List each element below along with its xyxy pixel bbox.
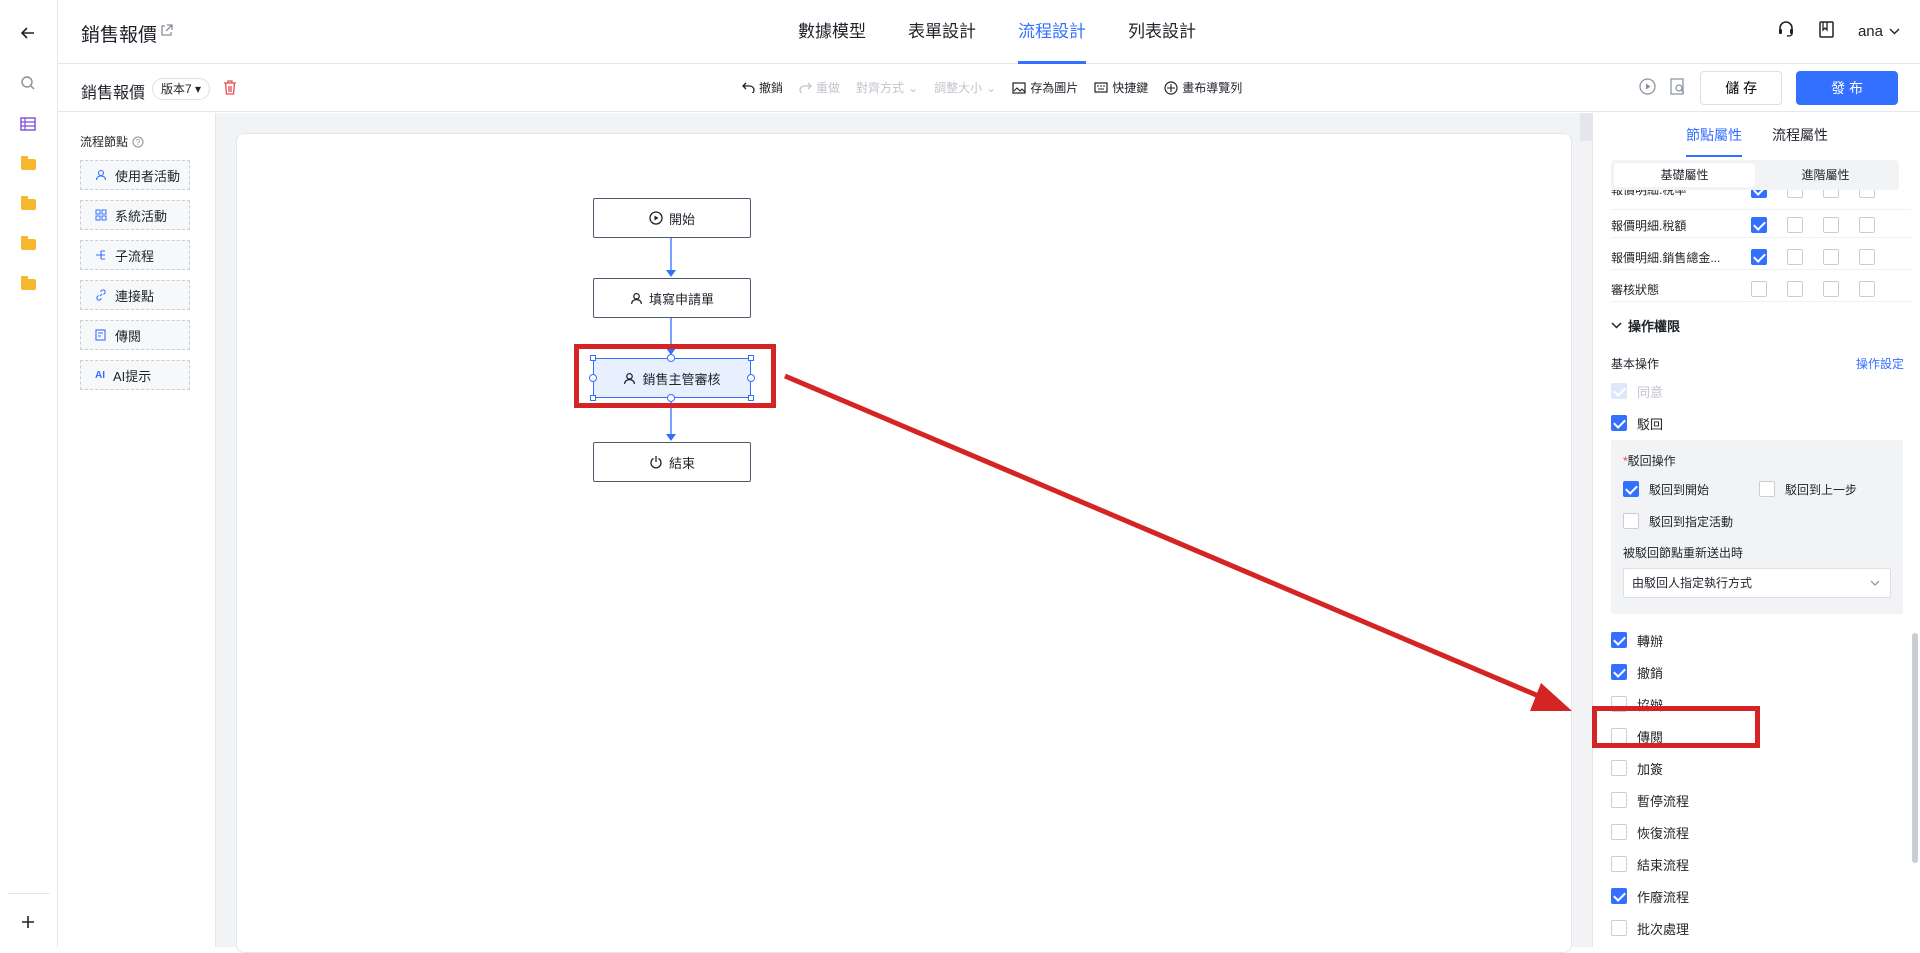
reject-to-specified-option[interactable]: 駁回到指定活動: [1623, 512, 1733, 530]
field-checkbox[interactable]: [1751, 249, 1767, 265]
option-label: 駁回到開始: [1649, 482, 1710, 497]
chevron-down-icon: [1611, 322, 1622, 329]
power-icon: [650, 456, 662, 469]
field-permission-row: 報價明細.稅率: [1611, 190, 1911, 210]
field-checkbox[interactable]: [1787, 281, 1803, 297]
ops-settings-link[interactable]: 操作設定: [1856, 355, 1904, 372]
subtab-advanced[interactable]: 進階屬性: [1755, 163, 1896, 187]
op-batch-process[interactable]: 批次處理: [1611, 919, 1689, 937]
field-checkbox[interactable]: [1787, 217, 1803, 233]
resend-label: 被駁回節點重新送出時: [1623, 546, 1744, 560]
field-permission-row: 報價明細.稅額: [1611, 212, 1911, 238]
field-checkbox[interactable]: [1859, 190, 1875, 198]
op-label: 駁回: [1637, 416, 1664, 432]
tab-flow-properties[interactable]: 流程屬性: [1772, 113, 1828, 157]
select-value: 由駁回人指定執行方式: [1632, 576, 1753, 590]
chevron-down-icon: [1870, 580, 1880, 586]
field-label: 報價明細.稅額: [1611, 219, 1687, 233]
play-circle-icon: [649, 211, 663, 225]
op-label: 批次處理: [1637, 921, 1690, 937]
panel-scrollbar[interactable]: [1912, 633, 1918, 863]
field-label: 報價明細.銷售總金...: [1611, 251, 1721, 265]
op-pause-flow[interactable]: 暫停流程: [1611, 791, 1689, 809]
op-checkbox[interactable]: [1611, 664, 1627, 680]
user-icon: [630, 292, 643, 304]
flow-node-end[interactable]: 結束: [593, 442, 751, 482]
subtab-basic[interactable]: 基礎屬性: [1614, 163, 1755, 187]
option-checkbox[interactable]: [1623, 481, 1639, 497]
op-resume-flow[interactable]: 恢復流程: [1611, 823, 1689, 841]
op-checkbox[interactable]: [1611, 632, 1627, 648]
op-add-signer[interactable]: 加簽: [1611, 759, 1663, 777]
op-checkbox[interactable]: [1611, 856, 1627, 872]
op-checkbox[interactable]: [1611, 415, 1627, 431]
option-checkbox[interactable]: [1759, 481, 1775, 497]
tab-node-properties[interactable]: 節點屬性: [1686, 113, 1742, 157]
op-checkbox[interactable]: [1611, 792, 1627, 808]
op-agree[interactable]: 同意: [1611, 382, 1663, 400]
field-checkbox[interactable]: [1823, 281, 1839, 297]
op-reject[interactable]: 駁回: [1611, 414, 1663, 432]
op-label: 撤銷: [1637, 665, 1664, 681]
field-checkbox[interactable]: [1859, 217, 1875, 233]
field-checkbox[interactable]: [1859, 281, 1875, 297]
op-end-flow[interactable]: 結束流程: [1611, 855, 1689, 873]
field-checkbox[interactable]: [1823, 249, 1839, 265]
option-label: 駁回到指定活動: [1649, 514, 1734, 529]
basic-ops-label: 基本操作: [1611, 357, 1660, 371]
field-label: 審核狀態: [1611, 283, 1660, 297]
field-checkbox[interactable]: [1751, 217, 1767, 233]
flow-node-fill-form[interactable]: 填寫申請單: [593, 278, 751, 318]
op-label: 作廢流程: [1637, 889, 1690, 905]
op-withdraw[interactable]: 撤銷: [1611, 663, 1663, 681]
field-checkbox[interactable]: [1787, 190, 1803, 198]
field-checkbox[interactable]: [1751, 190, 1767, 198]
resend-mode-select[interactable]: 由駁回人指定執行方式: [1623, 568, 1891, 598]
field-checkbox[interactable]: [1859, 249, 1875, 265]
op-label: 暫停流程: [1637, 793, 1690, 809]
field-checkbox[interactable]: [1751, 281, 1767, 297]
field-checkbox[interactable]: [1823, 190, 1839, 198]
field-checkbox[interactable]: [1787, 249, 1803, 265]
field-checkbox[interactable]: [1823, 217, 1839, 233]
field-permission-row: 報價明細.銷售總金...: [1611, 244, 1911, 270]
op-label: 同意: [1637, 384, 1664, 400]
op-checkbox[interactable]: [1611, 383, 1627, 399]
flow-node-start[interactable]: 開始: [593, 198, 751, 238]
section-title: 操作權限: [1628, 319, 1681, 334]
op-checkbox[interactable]: [1611, 920, 1627, 936]
reject-to-start-option[interactable]: 駁回到開始: [1623, 480, 1709, 498]
op-label: 結束流程: [1637, 857, 1690, 873]
node-label: 開始: [668, 211, 695, 227]
op-void-flow[interactable]: 作廢流程: [1611, 887, 1689, 905]
op-label: 轉辦: [1637, 633, 1664, 649]
reject-ops-title: *駁回操作: [1623, 452, 1676, 469]
op-label: 加簽: [1637, 761, 1664, 777]
option-checkbox[interactable]: [1623, 513, 1639, 529]
op-checkbox[interactable]: [1611, 824, 1627, 840]
reject-to-previous-option[interactable]: 駁回到上一步: [1759, 480, 1857, 498]
op-checkbox[interactable]: [1611, 760, 1627, 776]
reject-options-box: *駁回操作 駁回到開始 駁回到上一步 駁回到指定活動 被駁回節點重新送出時 由駁…: [1611, 440, 1903, 614]
properties-panel: 節點屬性 流程屬性 基礎屬性 進階屬性 報價明細.稅率 報價明細.稅額 報價明細…: [1592, 113, 1920, 947]
highlight-box-circulate: [1592, 706, 1760, 748]
operation-permissions-header[interactable]: 操作權限: [1611, 316, 1680, 335]
op-checkbox[interactable]: [1611, 888, 1627, 904]
reject-ops-title-text: 駁回操作: [1627, 454, 1676, 468]
node-label: 結束: [668, 455, 695, 471]
option-label: 駁回到上一步: [1785, 482, 1858, 497]
highlight-box-node: [574, 344, 776, 408]
op-transfer[interactable]: 轉辦: [1611, 631, 1663, 649]
node-label: 填寫申請單: [648, 291, 714, 307]
field-permission-row: 審核狀態: [1611, 276, 1911, 302]
op-label: 恢復流程: [1637, 825, 1690, 841]
field-label: 報價明細.稅率: [1611, 190, 1687, 197]
